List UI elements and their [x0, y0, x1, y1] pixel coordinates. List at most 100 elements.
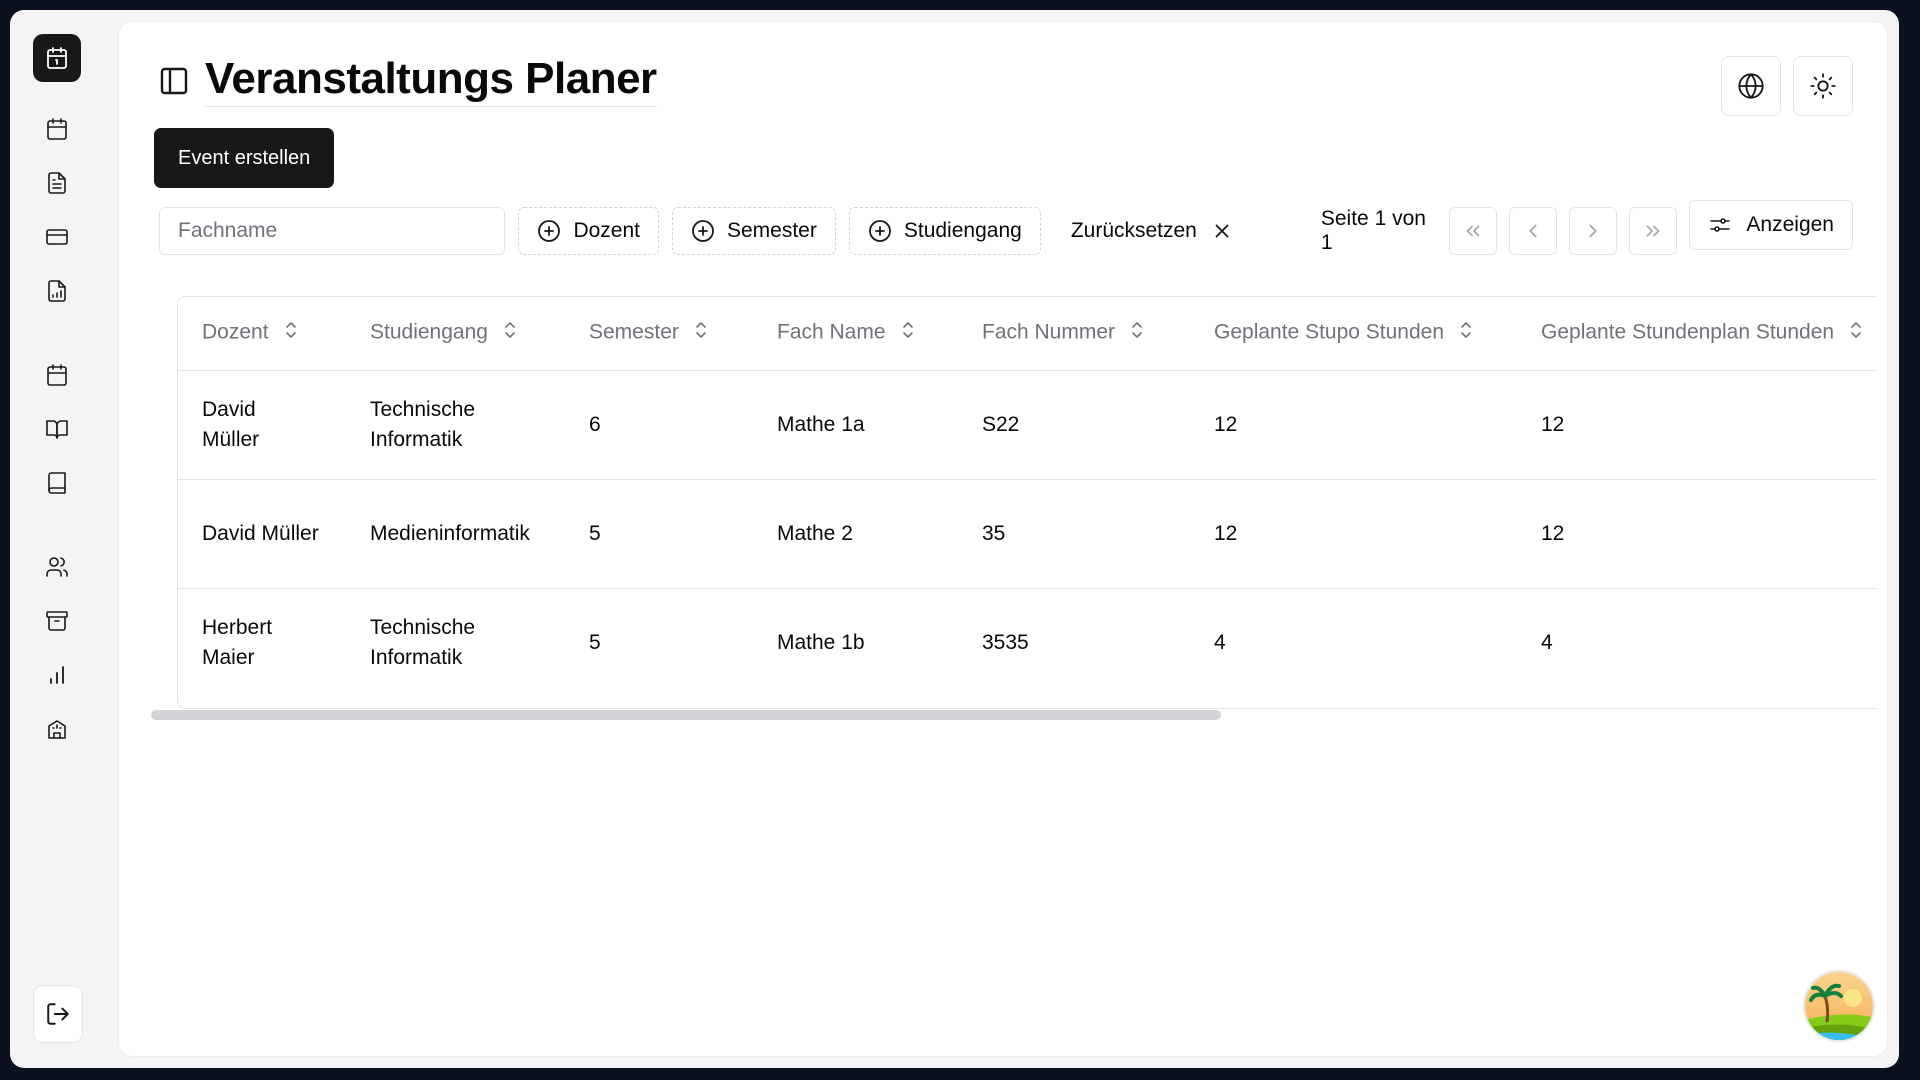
cell-dozent: Herbert Maier [202, 615, 273, 669]
reset-label: Zurücksetzen [1070, 219, 1197, 242]
horizontal-scrollbar[interactable] [151, 710, 1221, 720]
page-info: Seite 1 von 1 [1320, 207, 1426, 254]
header: Veranstaltungs Planer [157, 54, 657, 107]
column-header-stupo-stunden[interactable]: Geplante Stupo Stunden [1190, 297, 1517, 371]
sort-icon[interactable] [900, 320, 916, 346]
column-header-semester[interactable]: Semester [565, 297, 753, 371]
sidebar-item-users[interactable] [44, 554, 70, 580]
pagination [1449, 207, 1678, 255]
column-header-label: Semester [589, 320, 679, 344]
chevrons-left-icon [1467, 225, 1480, 237]
cell-stupo-stunden: 12 [1190, 479, 1517, 589]
calendar-icon [47, 364, 67, 386]
language-button[interactable] [1721, 56, 1781, 116]
users-icon [46, 557, 68, 577]
sun-icon [1810, 73, 1836, 99]
view-options-button[interactable]: Anzeigen [1689, 200, 1853, 250]
view-options-label: Anzeigen [1746, 213, 1834, 236]
column-header-fach-name[interactable]: Fach Name [753, 297, 958, 371]
filter-label: Studiengang [903, 219, 1022, 242]
cell-stundenplan-stunden: 12 [1517, 370, 1877, 480]
cell-stupo-stunden: 4 [1214, 630, 1226, 654]
filter-label: Semester [726, 219, 817, 242]
table-toolbar: Dozent Semester Studiengang Zurücksetzen… [159, 200, 1853, 257]
table-row[interactable]: David Müller Medieninformatik 5 Mathe 2 … [178, 479, 1877, 589]
table-row[interactable]: Herbert Maier Technische Informatik 5 Ma… [178, 588, 1877, 697]
plus-circle-icon [868, 220, 891, 242]
building-icon [48, 720, 66, 739]
cell-dozent: David Müller [178, 370, 346, 480]
sort-icon[interactable] [1848, 320, 1864, 346]
sidebar-item-archive[interactable] [44, 608, 70, 634]
file-text-icon [48, 172, 66, 194]
table-row[interactable]: David Müller Technische Informatik 6 Mat… [178, 370, 1877, 480]
cell-semester: 5 [565, 479, 753, 589]
previous-page-button[interactable] [1509, 207, 1558, 255]
globe-icon [1738, 73, 1764, 99]
calendar-logo-icon[interactable] [33, 34, 81, 82]
book-open-icon [46, 420, 68, 439]
file-chart-icon [48, 280, 66, 302]
column-header-label: Geplante Stundenplan Stunden [1541, 320, 1835, 344]
sort-icon[interactable] [1458, 320, 1474, 346]
bar-chart-icon [50, 666, 64, 684]
sort-icon[interactable] [693, 320, 709, 346]
filter-label: Dozent [573, 219, 640, 242]
cell-studiengang: Technische Informatik [346, 370, 565, 480]
column-header-studiengang[interactable]: Studiengang [346, 297, 565, 371]
sidebar-item-calendar[interactable] [44, 116, 70, 142]
cell-fach-name: Mathe 2 [753, 479, 958, 589]
logout-button[interactable] [33, 985, 83, 1043]
sort-icon[interactable] [283, 320, 299, 346]
cell-studiengang: Technische Informatik [370, 615, 476, 669]
cell-fach-nummer: 35 [958, 479, 1190, 589]
cell-fach-nummer: 3535 [982, 630, 1029, 654]
sidebar-item-reports[interactable] [44, 278, 70, 304]
sort-icon[interactable] [1129, 320, 1145, 346]
filter-semester-button[interactable]: Semester [671, 207, 836, 255]
events-table: Dozent Studiengang Semester Fach Name Fa… [177, 296, 1877, 709]
last-page-button[interactable] [1629, 207, 1678, 255]
next-page-button[interactable] [1569, 207, 1618, 255]
column-header-label: Fach Nummer [982, 320, 1116, 344]
sidebar-item-modules[interactable] [44, 470, 70, 496]
first-page-button[interactable] [1449, 207, 1498, 255]
cell-fach-name: Mathe 1b [777, 630, 865, 654]
book-icon [48, 472, 66, 494]
reset-filters-button[interactable]: Zurücksetzen [1059, 207, 1245, 255]
create-event-button[interactable]: Event erstellen [154, 128, 335, 188]
column-header-dozent[interactable]: Dozent [178, 297, 346, 371]
cell-stundenplan-stunden: 12 [1517, 479, 1877, 589]
sort-icon[interactable] [502, 320, 518, 346]
sidebar-toggle-button[interactable] [157, 64, 191, 98]
filter-dozent-button[interactable]: Dozent [518, 207, 659, 255]
sidebar-item-documents[interactable] [44, 170, 70, 196]
plus-circle-icon [692, 220, 714, 242]
cell-fach-nummer: S22 [958, 370, 1190, 480]
sidebar-item-buildings[interactable] [44, 716, 70, 742]
cell-studiengang: Medieninformatik [346, 479, 565, 589]
sidebar-item-courses[interactable] [44, 416, 70, 442]
column-header-fach-nummer[interactable]: Fach Nummer [958, 297, 1190, 371]
table-header-row: Dozent Studiengang Semester Fach Name Fa… [178, 297, 1877, 371]
column-header-stundenplan-stunden[interactable]: Geplante Stundenplan Stunden [1517, 297, 1877, 371]
chevron-right-icon [1589, 224, 1597, 238]
theme-toggle-button[interactable] [1793, 56, 1853, 116]
avatar[interactable] [1803, 970, 1875, 1042]
sidebar-item-schedule[interactable] [44, 362, 70, 388]
palm-beach-avatar-icon [1805, 972, 1873, 1040]
search-input[interactable] [159, 207, 506, 255]
page-title: Veranstaltungs Planer [205, 54, 657, 107]
sidebar [10, 10, 118, 1068]
header-actions [1721, 56, 1853, 116]
chevron-left-icon [1529, 224, 1537, 238]
filter-studiengang-button[interactable]: Studiengang [848, 207, 1041, 255]
plus-circle-icon [538, 220, 561, 242]
column-header-label: Fach Name [777, 320, 886, 344]
cell-semester: 6 [565, 370, 753, 480]
panel-left-icon [160, 67, 188, 94]
cell-stupo-stunden: 12 [1190, 370, 1517, 480]
sidebar-item-payments[interactable] [44, 224, 70, 250]
close-icon [1215, 224, 1229, 238]
sidebar-item-statistics[interactable] [44, 662, 70, 688]
